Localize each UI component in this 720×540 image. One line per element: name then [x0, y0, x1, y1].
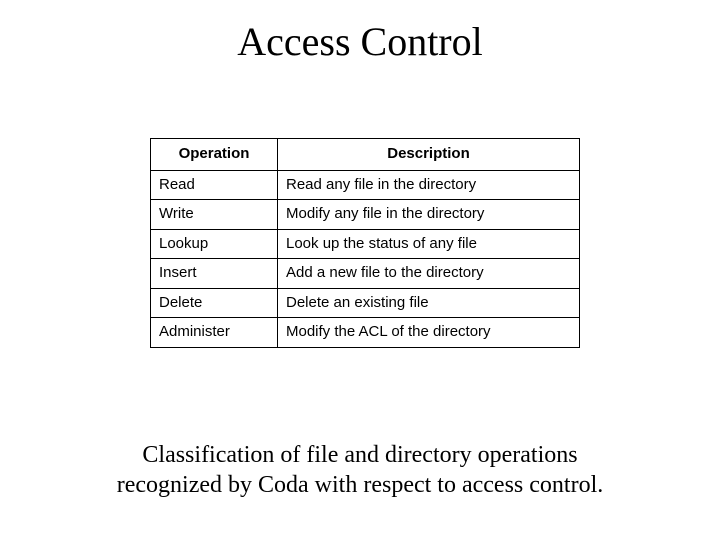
caption-line: recognized by Coda with respect to acces…: [117, 472, 604, 498]
table-header-row: Operation Description: [151, 139, 580, 171]
cell-operation: Lookup: [151, 229, 278, 259]
table-row: Lookup Look up the status of any file: [151, 229, 580, 259]
caption: Classification of file and directory ope…: [0, 440, 720, 500]
cell-operation: Delete: [151, 288, 278, 318]
table-row: Read Read any file in the directory: [151, 170, 580, 200]
cell-operation: Read: [151, 170, 278, 200]
cell-description: Read any file in the directory: [278, 170, 580, 200]
table-row: Administer Modify the ACL of the directo…: [151, 318, 580, 348]
table-row: Delete Delete an existing file: [151, 288, 580, 318]
cell-description: Modify any file in the directory: [278, 200, 580, 230]
caption-line: Classification of file and directory ope…: [142, 442, 577, 468]
cell-operation: Administer: [151, 318, 278, 348]
table-row: Write Modify any file in the directory: [151, 200, 580, 230]
cell-description: Modify the ACL of the directory: [278, 318, 580, 348]
slide: Access Control Operation Description Rea…: [0, 0, 720, 540]
page-title: Access Control: [0, 18, 720, 65]
cell-operation: Insert: [151, 259, 278, 289]
col-header-description: Description: [278, 139, 580, 171]
cell-description: Add a new file to the directory: [278, 259, 580, 289]
acl-table: Operation Description Read Read any file…: [150, 138, 580, 348]
cell-description: Look up the status of any file: [278, 229, 580, 259]
cell-description: Delete an existing file: [278, 288, 580, 318]
col-header-operation: Operation: [151, 139, 278, 171]
cell-operation: Write: [151, 200, 278, 230]
acl-table-container: Operation Description Read Read any file…: [150, 138, 580, 348]
table-row: Insert Add a new file to the directory: [151, 259, 580, 289]
